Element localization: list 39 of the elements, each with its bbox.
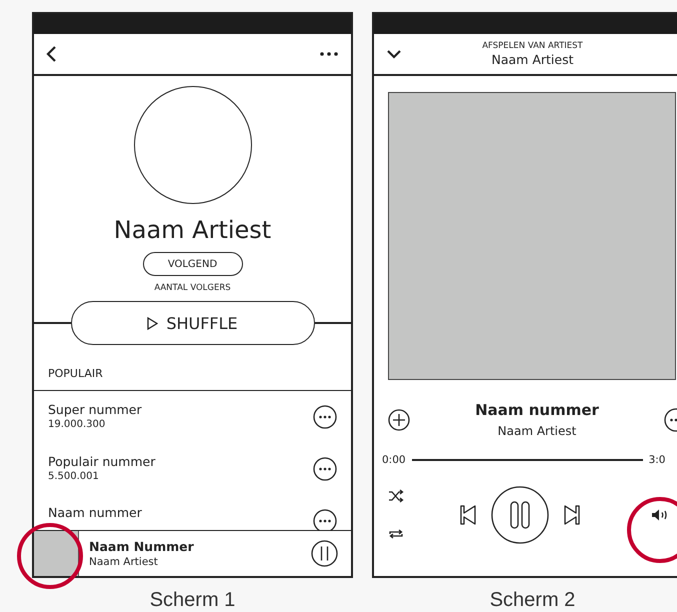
screen-caption: Scherm 2 bbox=[488, 589, 576, 611]
highlight-circle bbox=[627, 497, 677, 563]
track-title[interactable]: Populair nummer bbox=[48, 454, 156, 470]
track-title[interactable]: Naam nummer bbox=[48, 505, 142, 521]
more-icon[interactable] bbox=[313, 405, 337, 429]
more-icon[interactable] bbox=[319, 51, 339, 57]
play-count: 5.500.001 bbox=[48, 470, 100, 484]
context-label: AFSPELEN VAN ARTIEST bbox=[482, 41, 583, 52]
play-icon bbox=[147, 316, 158, 330]
add-icon[interactable] bbox=[388, 408, 410, 430]
track-title[interactable]: Super nummer bbox=[48, 402, 142, 418]
chevron-down-icon[interactable] bbox=[386, 49, 402, 59]
screen-caption: Scherm 1 bbox=[150, 589, 236, 611]
track-title: Naam nummer bbox=[475, 400, 599, 420]
track-title: Naam Nummer bbox=[89, 538, 195, 554]
shuffle-button[interactable]: SHUFFLE bbox=[70, 301, 314, 345]
artist-name: Naam Artiest bbox=[114, 216, 272, 244]
pause-icon[interactable] bbox=[311, 540, 338, 567]
play-count: 19.000.300 bbox=[48, 418, 106, 432]
speaker-icon[interactable] bbox=[651, 508, 669, 522]
elapsed-time: 0:00 bbox=[382, 453, 406, 467]
previous-icon[interactable] bbox=[460, 505, 476, 525]
pause-icon[interactable] bbox=[491, 486, 549, 544]
more-icon[interactable] bbox=[313, 457, 337, 481]
section-title: POPULAIR bbox=[34, 345, 351, 391]
next-icon[interactable] bbox=[564, 505, 580, 525]
more-icon[interactable] bbox=[313, 509, 337, 533]
cover-thumbnail bbox=[34, 531, 79, 576]
mini-player[interactable]: Naam Nummer Naam Artiest bbox=[34, 530, 351, 576]
duration-time: 3:0 bbox=[648, 453, 666, 467]
back-icon[interactable] bbox=[46, 45, 58, 63]
repeat-icon[interactable] bbox=[388, 527, 404, 541]
shuffle-icon[interactable] bbox=[388, 489, 404, 503]
artist-name: Naam Artiest bbox=[89, 554, 159, 568]
artist-name: Naam Artiest bbox=[492, 52, 574, 67]
artist-name: Naam Artiest bbox=[498, 423, 576, 439]
highlight-circle bbox=[17, 523, 83, 589]
follow-button[interactable]: VOLGEND bbox=[142, 252, 242, 276]
followers-label: AANTAL VOLGERS bbox=[154, 282, 231, 294]
